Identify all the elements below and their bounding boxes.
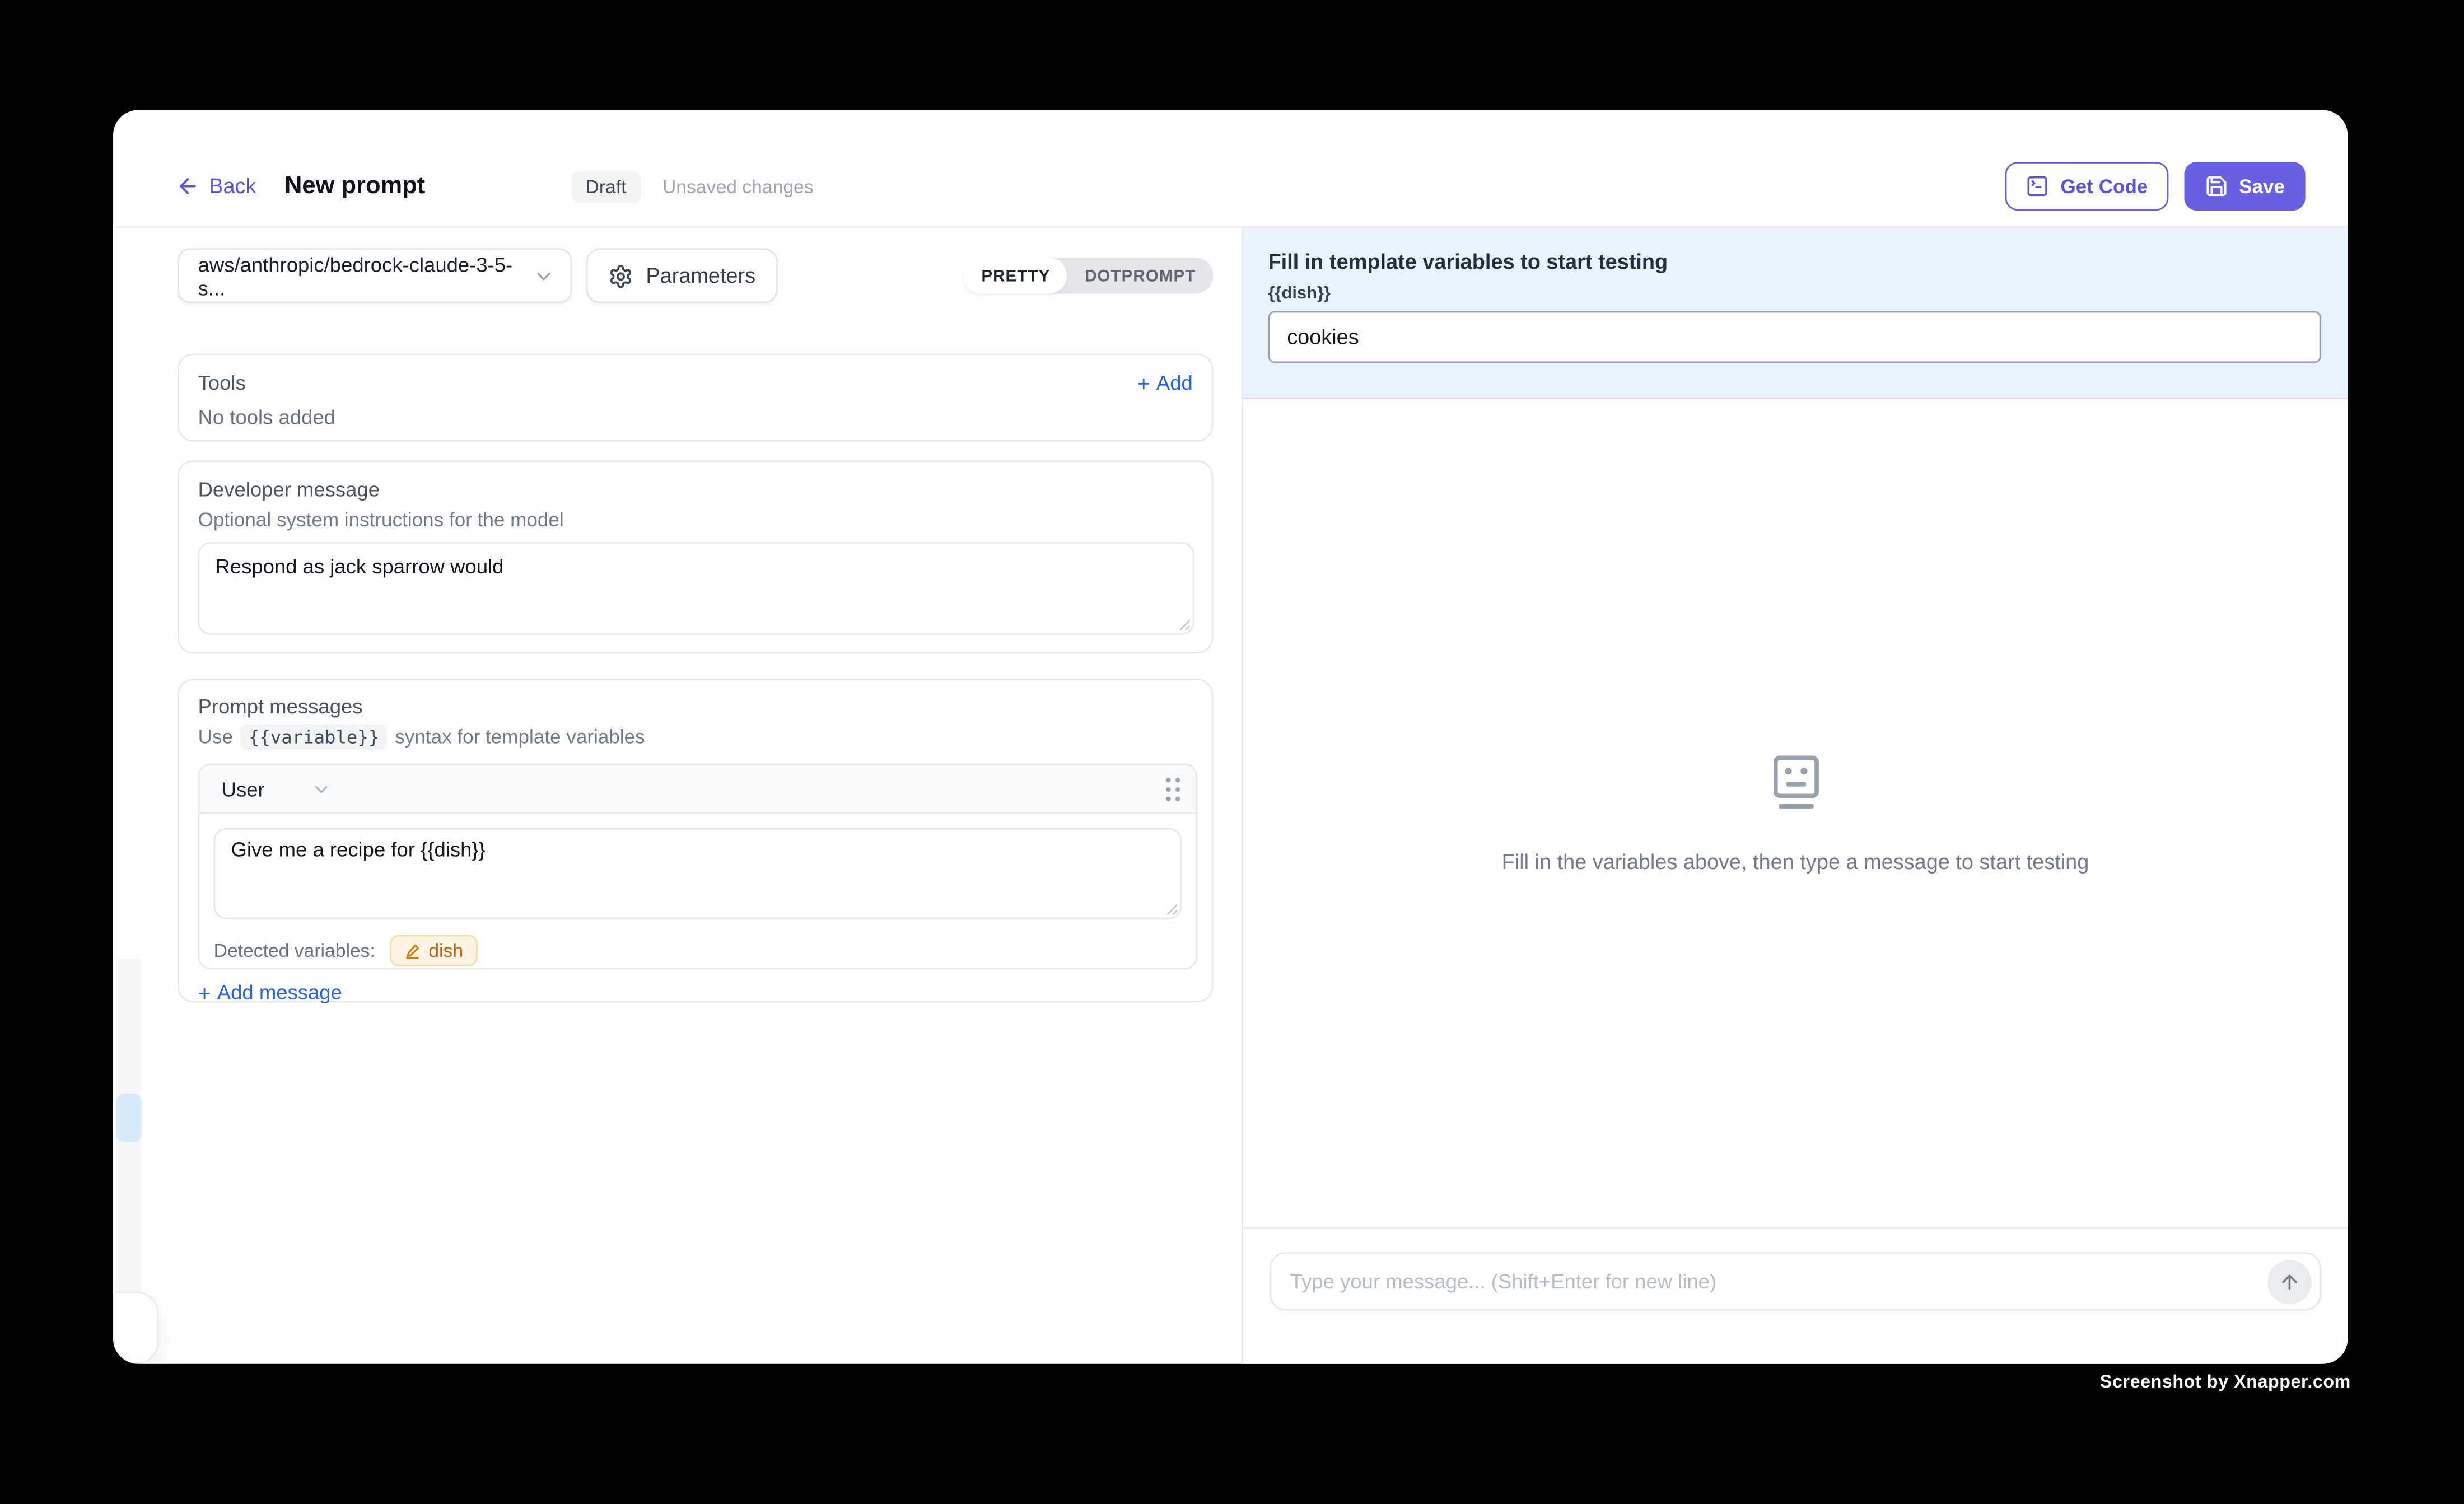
add-tool-button[interactable]: + Add: [1137, 371, 1193, 394]
chat-input-bar: [1243, 1227, 2348, 1364]
chat-message-input[interactable]: [1290, 1269, 2267, 1293]
developer-message-hint: Optional system instructions for the mod…: [198, 509, 1194, 531]
template-variables-panel: Fill in template variables to start test…: [1243, 228, 2348, 399]
robot-face-icon: [1767, 753, 1823, 812]
cropped-popover: [113, 1292, 158, 1364]
model-toolbar: aws/anthropic/bedrock-claude-3-5-s... Pa…: [178, 248, 1213, 303]
chevron-down-icon: [312, 778, 332, 798]
add-tool-label: Add: [1156, 371, 1193, 394]
get-code-label: Get Code: [2060, 175, 2148, 197]
role-select[interactable]: User: [222, 777, 333, 801]
drag-handle-icon[interactable]: [1166, 777, 1180, 801]
chevron-down-icon: [533, 265, 554, 287]
pencil-icon: [403, 942, 421, 959]
terminal-icon: [2026, 174, 2050, 198]
tab-dotprompt[interactable]: DOTPROMPT: [1067, 258, 1213, 294]
app-window: Back New prompt Draft Unsaved changes Ge…: [113, 110, 2348, 1363]
arrow-left-icon: [176, 174, 199, 198]
back-label: Back: [209, 174, 256, 198]
draft-status-badge: Draft: [571, 170, 641, 202]
plus-icon: +: [198, 981, 211, 1003]
view-mode-toggle: PRETTY DOTPROMPT: [964, 258, 1214, 294]
save-label: Save: [2239, 175, 2285, 197]
prompt-messages-label: Prompt messages: [198, 694, 1194, 718]
prompt-tester-panel: Fill in template variables to start test…: [1243, 228, 2348, 1364]
dish-variable-label: {{dish}}: [1268, 284, 2321, 303]
variable-chip-label: dish: [428, 940, 463, 961]
prompt-messages-section: Prompt messages Use {{variable}} syntax …: [178, 679, 1213, 1002]
model-select[interactable]: aws/anthropic/bedrock-claude-3-5-s...: [178, 248, 572, 303]
screenshot-canvas: Back New prompt Draft Unsaved changes Ge…: [0, 0, 2464, 1503]
tester-empty-message: Fill in the variables above, then type a…: [1502, 850, 2089, 874]
developer-message-section: Developer message Optional system instru…: [178, 460, 1213, 653]
save-button[interactable]: Save: [2184, 162, 2306, 211]
save-icon: [2204, 174, 2228, 198]
tools-label: Tools: [198, 371, 246, 394]
tester-empty-state: Fill in the variables above, then type a…: [1243, 399, 2348, 1227]
variables-panel-title: Fill in template variables to start test…: [1268, 250, 2321, 273]
chat-input-container: [1270, 1252, 2321, 1310]
tab-pretty[interactable]: PRETTY: [964, 258, 1068, 294]
gear-icon: [608, 263, 633, 288]
header-bar: Back New prompt Draft Unsaved changes Ge…: [113, 110, 2348, 227]
get-code-button[interactable]: Get Code: [2005, 162, 2168, 211]
prompt-editor-panel: aws/anthropic/bedrock-claude-3-5-s... Pa…: [113, 228, 1243, 1364]
tools-empty-text: No tools added: [198, 405, 1193, 429]
plus-icon: +: [1137, 372, 1150, 394]
detected-variables-row: Detected variables: dish: [214, 935, 1182, 966]
resize-grip-icon[interactable]: [1163, 900, 1177, 914]
hint-prefix: Use: [198, 726, 233, 748]
message-block: User Give me a recipe for {{dish}}: [198, 764, 1198, 970]
hint-suffix: syntax for template variables: [395, 726, 645, 748]
resize-grip-icon[interactable]: [1175, 616, 1189, 630]
cropped-sidebar-active-item: [116, 1094, 142, 1142]
message-role-bar: User: [199, 765, 1196, 814]
arrow-up-icon: [2279, 1271, 2300, 1292]
parameters-label: Parameters: [646, 264, 755, 287]
developer-message-textarea[interactable]: Respond as jack sparrow would: [198, 542, 1194, 635]
variable-syntax-badge: {{variable}}: [241, 725, 387, 750]
add-message-label: Add message: [217, 980, 342, 1004]
add-message-button[interactable]: + Add message: [198, 980, 1194, 1004]
watermark-text: Screenshot by Xnapper.com: [2100, 1374, 2351, 1393]
page-title: New prompt: [284, 172, 425, 200]
tools-section: Tools + Add No tools added: [178, 353, 1213, 441]
back-button[interactable]: Back: [176, 174, 256, 198]
variable-chip-dish[interactable]: dish: [389, 935, 477, 966]
send-button[interactable]: [2267, 1259, 2312, 1304]
dish-variable-input[interactable]: [1268, 311, 2321, 363]
model-select-value: aws/anthropic/bedrock-claude-3-5-s...: [198, 252, 533, 299]
parameters-button[interactable]: Parameters: [586, 248, 778, 303]
user-message-textarea[interactable]: Give me a recipe for {{dish}}: [214, 828, 1182, 919]
unsaved-changes-text: Unsaved changes: [662, 175, 814, 197]
developer-message-label: Developer message: [198, 478, 1194, 501]
detected-variables-label: Detected variables:: [214, 940, 375, 961]
role-select-value: User: [222, 777, 265, 801]
